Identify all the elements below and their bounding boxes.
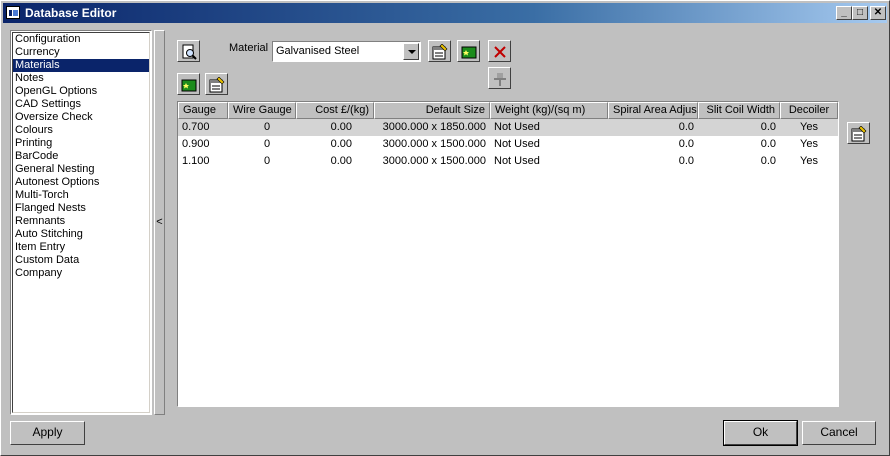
cell-default-size: 3000.000 x 1500.000 <box>382 155 486 167</box>
properties-icon <box>851 126 867 142</box>
cell-slit-coil-width: 0.0 <box>760 138 776 150</box>
collapse-arrow-icon[interactable]: < <box>156 216 162 228</box>
table-row[interactable]: 0.900 0 0.00 3000.000 x 1500.000 Not Used 0.0… <box>178 136 838 153</box>
cell-spiral-area-adjust: 0.0 <box>678 138 694 150</box>
dropdown-arrow-icon[interactable] <box>403 43 419 60</box>
close-button[interactable]: ✕ <box>870 6 886 20</box>
sidebar-item-auto-stitching[interactable]: Auto Stitching <box>13 228 149 241</box>
column-header-slit-coil-width[interactable]: Slit Coil Width <box>698 102 780 119</box>
preview-button[interactable] <box>177 40 200 62</box>
red-x-icon <box>494 46 506 58</box>
sidebar-item-colours[interactable]: Colours <box>13 124 149 137</box>
cell-weight: Not Used <box>494 121 540 133</box>
properties-icon <box>209 77 225 93</box>
cell-weight: Not Used <box>494 155 540 167</box>
table-header: Gauge Wire Gauge Cost £/(kg) Default Size We… <box>178 102 838 119</box>
cell-decoiler: Yes <box>800 155 818 167</box>
add-row-button[interactable] <box>177 73 200 95</box>
sidebar-item-custom-data[interactable]: Custom Data <box>13 254 149 267</box>
material-label: Material <box>229 42 269 54</box>
sidebar-item-opengl-options[interactable]: OpenGL Options <box>13 85 149 98</box>
material-properties-button[interactable] <box>428 40 451 62</box>
material-select-value: Galvanised Steel <box>276 45 360 57</box>
sidebar-item-autonest-options[interactable]: Autonest Options <box>13 176 149 189</box>
category-list[interactable]: Configuration Currency Materials Notes OpenG… <box>10 30 152 415</box>
properties-icon <box>432 44 448 60</box>
delete-material-button[interactable] <box>488 40 511 62</box>
add-green-icon <box>461 46 477 59</box>
column-header-default-size[interactable]: Default Size <box>374 102 490 119</box>
sidebar-item-oversize-check[interactable]: Oversize Check <box>13 111 149 124</box>
ok-button[interactable]: Ok <box>723 420 798 446</box>
category-list-items: Configuration Currency Materials Notes OpenG… <box>12 32 150 413</box>
sidebar-item-item-entry[interactable]: Item Entry <box>13 241 149 254</box>
apply-button[interactable]: Apply <box>10 421 85 445</box>
sidebar-item-cad-settings[interactable]: CAD Settings <box>13 98 149 111</box>
title-bar[interactable]: Database Editor _ □ ✕ <box>3 3 887 23</box>
pin-button[interactable] <box>488 67 511 89</box>
column-header-gauge[interactable]: Gauge <box>178 102 228 119</box>
cell-cost: 0.00 <box>330 138 352 150</box>
cell-cost: 0.00 <box>330 121 352 133</box>
cell-default-size: 3000.000 x 1850.000 <box>382 121 486 133</box>
app-icon <box>6 6 20 19</box>
cell-default-size: 3000.000 x 1500.000 <box>382 138 486 150</box>
table-row[interactable]: 0.700 0 0.00 3000.000 x 1850.000 Not Used 0.0… <box>178 119 838 136</box>
sidebar-item-printing[interactable]: Printing <box>13 137 149 150</box>
cell-wire-gauge: 0 <box>264 138 271 150</box>
cell-spiral-area-adjust: 0.0 <box>678 155 694 167</box>
cell-wire-gauge: 0 <box>264 155 271 167</box>
cancel-button[interactable]: Cancel <box>802 421 876 445</box>
column-header-decoiler[interactable]: Decoiler <box>780 102 838 119</box>
cell-slit-coil-width: 0.0 <box>760 155 776 167</box>
magnifier-page-icon <box>182 44 197 60</box>
table-row[interactable]: 1.100 0 0.00 3000.000 x 1500.000 Not Used 0.0… <box>178 153 838 170</box>
sidebar-item-barcode[interactable]: BarCode <box>13 150 149 163</box>
cell-weight: Not Used <box>494 138 540 150</box>
sidebar-item-notes[interactable]: Notes <box>13 72 149 85</box>
maximize-button[interactable]: □ <box>852 6 868 20</box>
sidebar-item-materials[interactable]: Materials <box>13 59 149 72</box>
column-header-cost[interactable]: Cost £/(kg) <box>296 102 374 119</box>
window-title: Database Editor <box>25 6 117 20</box>
cell-slit-coil-width: 0.0 <box>760 121 776 133</box>
cell-gauge: 0.900 <box>182 138 210 150</box>
sidebar-item-company[interactable]: Company <box>13 267 149 280</box>
pin-icon <box>494 73 506 86</box>
cell-decoiler: Yes <box>800 121 818 133</box>
minimize-button[interactable]: _ <box>836 6 852 20</box>
gauge-properties-button[interactable] <box>847 122 870 144</box>
sidebar-item-configuration[interactable]: Configuration <box>13 33 149 46</box>
column-header-wire-gauge[interactable]: Wire Gauge <box>228 102 296 119</box>
add-material-button[interactable] <box>457 40 480 62</box>
cell-gauge: 1.100 <box>182 155 210 167</box>
cell-spiral-area-adjust: 0.0 <box>678 121 694 133</box>
gauge-table[interactable]: Gauge Wire Gauge Cost £/(kg) Default Size We… <box>177 101 839 407</box>
collapse-splitter[interactable]: < <box>154 30 165 415</box>
add-green-icon <box>181 79 197 92</box>
cell-decoiler: Yes <box>800 138 818 150</box>
cell-gauge: 0.700 <box>182 121 210 133</box>
cell-wire-gauge: 0 <box>264 121 271 133</box>
material-select[interactable]: Galvanised Steel <box>272 41 421 62</box>
sidebar-item-general-nesting[interactable]: General Nesting <box>13 163 149 176</box>
cell-cost: 0.00 <box>330 155 352 167</box>
sidebar-item-flanged-nests[interactable]: Flanged Nests <box>13 202 149 215</box>
sidebar-item-remnants[interactable]: Remnants <box>13 215 149 228</box>
column-header-weight[interactable]: Weight (kg)/(sq m) <box>490 102 608 119</box>
sidebar-item-multi-torch[interactable]: Multi-Torch <box>13 189 149 202</box>
row-properties-button[interactable] <box>205 73 228 95</box>
column-header-spiral-area-adjust[interactable]: Spiral Area Adjust <box>608 102 698 119</box>
sidebar-item-currency[interactable]: Currency <box>13 46 149 59</box>
